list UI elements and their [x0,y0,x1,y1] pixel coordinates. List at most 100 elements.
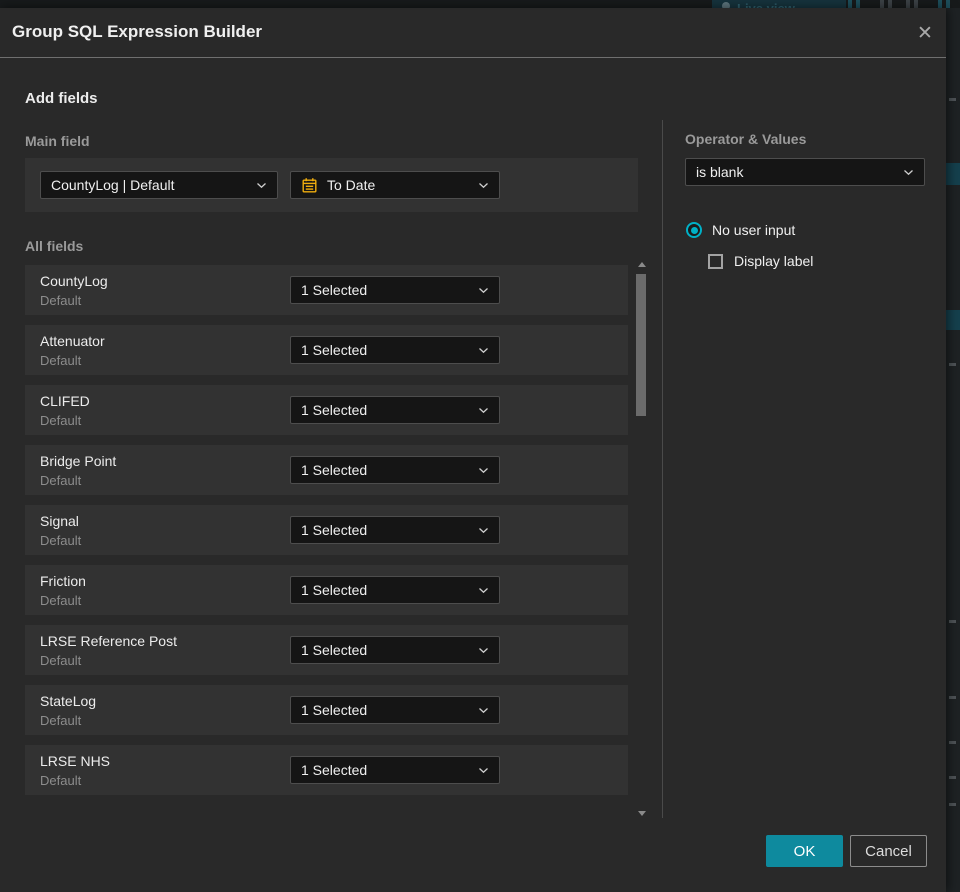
field-subtitle: Default [40,413,82,428]
scroll-down-icon[interactable] [638,811,646,816]
field-name: LRSE Reference Post [40,633,177,649]
field-selected-dropdown[interactable]: 1 Selected [290,276,500,304]
field-subtitle: Default [40,533,82,548]
backdrop-fragment [949,98,956,101]
chevron-down-icon [478,527,489,534]
backdrop-fragment [946,310,960,330]
field-row-lrse-nhs: LRSE NHS Default 1 Selected [25,745,628,795]
backdrop-toolbar-icon [914,0,918,8]
backdrop-toolbar-icon [848,0,852,8]
field-selected-dropdown[interactable]: 1 Selected [290,696,500,724]
chevron-down-icon [256,182,267,189]
selected-value: 1 Selected [301,402,368,418]
selected-value: 1 Selected [301,462,368,478]
backdrop-toolbar-icon [906,0,910,8]
dialog-title-bar: Group SQL Expression Builder ✕ [0,8,946,57]
field-subtitle: Default [40,653,82,668]
dialog-title: Group SQL Expression Builder [12,22,263,41]
operator-values-label: Operator & Values [685,131,807,147]
no-user-input-radio[interactable]: No user input [686,222,795,238]
backdrop-toolbar-icon [938,0,942,8]
field-row-signal: Signal Default 1 Selected [25,505,628,555]
field-subtitle: Default [40,773,82,788]
field-row-lrse-reference-post: LRSE Reference Post Default 1 Selected [25,625,628,675]
field-row-countylog: CountyLog Default 1 Selected [25,265,628,315]
field-row-clifed: CLIFED Default 1 Selected [25,385,628,435]
calendar-icon [301,177,318,194]
display-label-text: Display label [734,253,814,269]
field-selected-dropdown[interactable]: 1 Selected [290,456,500,484]
main-field-select-value: CountyLog | Default [51,177,175,193]
close-icon: ✕ [917,22,933,44]
scrollbar-thumb[interactable] [636,274,646,416]
all-fields-label: All fields [25,238,84,254]
backdrop-fragment [946,163,960,185]
chevron-down-icon [478,347,489,354]
field-name: Bridge Point [40,453,117,469]
operator-select-value: is blank [696,164,744,180]
field-name: StateLog [40,693,97,709]
selected-value: 1 Selected [301,342,368,358]
field-selected-dropdown[interactable]: 1 Selected [290,396,500,424]
cancel-button[interactable]: Cancel [850,835,927,867]
backdrop-fragment [949,696,956,699]
selected-value: 1 Selected [301,582,368,598]
operator-select[interactable]: is blank [685,158,925,186]
all-fields-scrollbar[interactable] [635,260,648,818]
chevron-down-icon [903,169,914,176]
backdrop-fragment [949,363,956,366]
main-field-select[interactable]: CountyLog | Default [40,171,278,199]
main-field-label: Main field [25,133,90,149]
field-selected-dropdown[interactable]: 1 Selected [290,336,500,364]
field-selected-dropdown[interactable]: 1 Selected [290,756,500,784]
field-row-bridge-point: Bridge Point Default 1 Selected [25,445,628,495]
field-selected-dropdown[interactable]: 1 Selected [290,576,500,604]
chevron-down-icon [478,587,489,594]
field-subtitle: Default [40,353,82,368]
backdrop-fragment [949,803,956,806]
chevron-down-icon [478,767,489,774]
field-row-friction: Friction Default 1 Selected [25,565,628,615]
field-subtitle: Default [40,473,82,488]
ok-button[interactable]: OK [766,835,843,867]
radio-selected-icon [686,222,702,238]
scroll-up-icon[interactable] [638,262,646,267]
field-name: Friction [40,573,86,589]
field-selected-dropdown[interactable]: 1 Selected [290,516,500,544]
title-divider [0,57,946,58]
chevron-down-icon [478,467,489,474]
field-row-statelog: StateLog Default 1 Selected [25,685,628,735]
field-name: Signal [40,513,79,529]
main-date-select[interactable]: To Date [290,171,500,199]
field-subtitle: Default [40,593,82,608]
field-name: Attenuator [40,333,105,349]
chevron-down-icon [478,707,489,714]
selected-value: 1 Selected [301,702,368,718]
main-date-select-value: To Date [327,177,376,193]
field-name: LRSE NHS [40,753,111,769]
field-name: CLIFED [40,393,90,409]
screen: Live view Group SQL Expression Builder ✕ [0,0,960,892]
panel-divider [662,120,663,818]
backdrop-toolbar-icon [888,0,892,8]
field-subtitle: Default [40,293,82,308]
backdrop-fragment [949,776,956,779]
group-sql-expression-builder-dialog: Group SQL Expression Builder ✕ Add field… [0,8,946,892]
backdrop-right-strip [946,8,960,892]
chevron-down-icon [478,182,489,189]
main-field-row: CountyLog | Default To Date [25,158,638,212]
display-label-checkbox[interactable]: Display label [708,253,813,269]
live-view-button[interactable]: Live view [712,0,846,8]
chevron-down-icon [478,287,489,294]
close-button[interactable]: ✕ [910,18,940,48]
field-name: CountyLog [40,273,108,289]
selected-value: 1 Selected [301,522,368,538]
field-row-attenuator: Attenuator Default 1 Selected [25,325,628,375]
checkbox-unchecked-icon [708,253,723,269]
backdrop-toolbar-icon [856,0,860,8]
add-fields-heading: Add fields [25,90,98,107]
backdrop-top-strip: Live view [0,0,960,8]
field-selected-dropdown[interactable]: 1 Selected [290,636,500,664]
selected-value: 1 Selected [301,642,368,658]
backdrop-fragment [949,620,956,623]
